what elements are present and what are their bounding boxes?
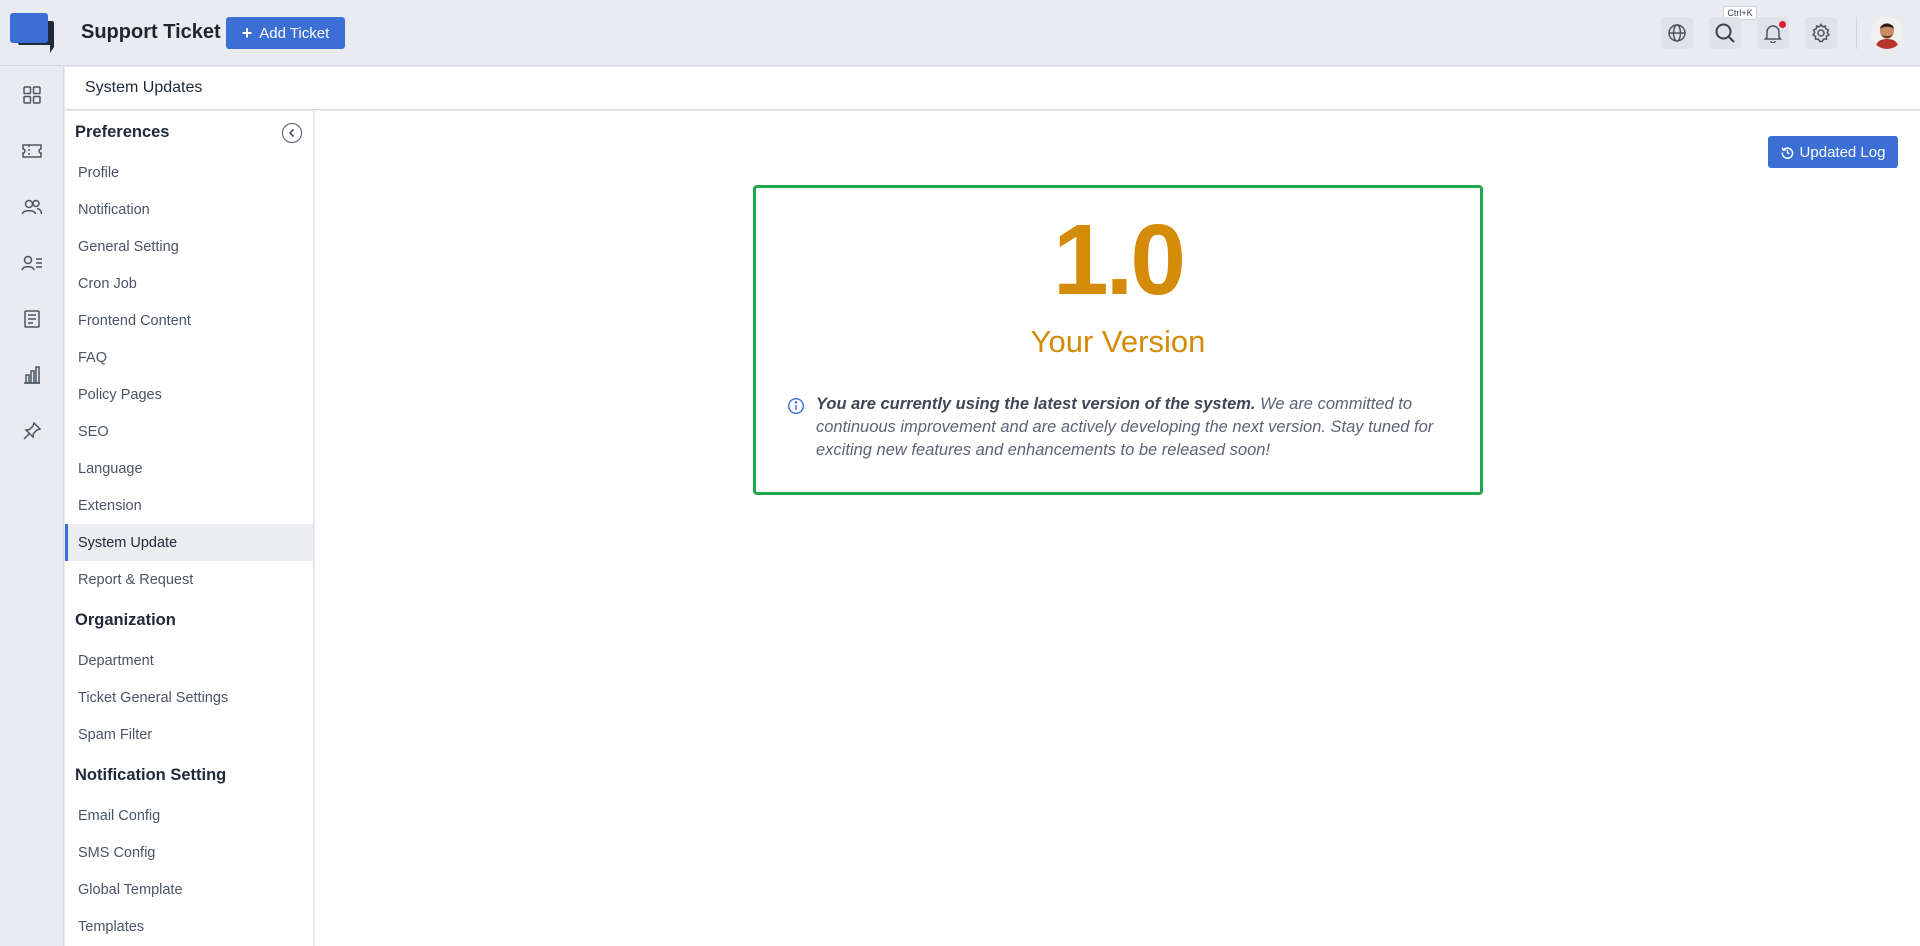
sidebar-item-seo[interactable]: SEO [65, 413, 313, 450]
collapse-sidebar-button[interactable] [282, 123, 302, 143]
version-label: Your Version [1030, 324, 1206, 359]
updated-log-button[interactable]: Updated Log [1768, 136, 1898, 168]
sidebar-item-general-setting[interactable]: General Setting [65, 228, 313, 265]
chart-icon[interactable] [20, 363, 44, 387]
version-message: You are currently using the latest versi… [816, 393, 1446, 462]
sidebar-group-organization: Organization [75, 611, 176, 629]
sidebar-item-spam-filter[interactable]: Spam Filter [65, 716, 313, 753]
app-title: Support Ticket [81, 21, 221, 43]
page-header: System Updates [65, 67, 1920, 110]
sidebar-item-email-config[interactable]: Email Config [65, 797, 313, 834]
globe-icon[interactable] [1661, 17, 1693, 49]
bell-icon[interactable] [1757, 17, 1789, 49]
sidebar-item-global-template[interactable]: Global Template [65, 871, 313, 908]
notification-dot [1779, 21, 1786, 28]
sidebar-item-sms-config[interactable]: SMS Config [65, 834, 313, 871]
version-card: 1.0 Your Version You are currently using… [753, 185, 1483, 495]
sidebar-item-department[interactable]: Department [65, 642, 313, 679]
user-list-icon[interactable] [20, 251, 44, 275]
icon-rail [0, 66, 64, 946]
sidebar-item-templates[interactable]: Templates [65, 908, 313, 945]
users-icon[interactable] [20, 195, 44, 219]
sidebar-item-system-update[interactable]: System Update [65, 524, 313, 561]
main-content: Updated Log 1.0 Your Version You are cur… [315, 111, 1920, 946]
sidebar-item-ticket-general-settings[interactable]: Ticket General Settings [65, 679, 313, 716]
sidebar-item-policy-pages[interactable]: Policy Pages [65, 376, 313, 413]
add-ticket-button[interactable]: + Add Ticket [226, 17, 345, 49]
sidebar-item-profile[interactable]: Profile [65, 154, 313, 191]
dashboard-icon[interactable] [20, 83, 44, 107]
sidebar-item-notification[interactable]: Notification [65, 191, 313, 228]
sidebar-item-extension[interactable]: Extension [65, 487, 313, 524]
app-logo-icon[interactable] [10, 13, 54, 53]
search-icon[interactable] [1709, 17, 1741, 49]
add-ticket-label: Add Ticket [259, 24, 330, 42]
sidebar-item-faq[interactable]: FAQ [65, 339, 313, 376]
avatar[interactable] [1871, 17, 1903, 49]
history-icon [1781, 146, 1793, 159]
gear-icon[interactable] [1805, 17, 1837, 49]
sidebar-group-preferences: Preferences [75, 123, 170, 141]
sidebar-item-report-request[interactable]: Report & Request [65, 561, 313, 598]
page-title: System Updates [85, 79, 203, 96]
sidebar-group-notification-setting: Notification Setting [75, 766, 227, 784]
document-icon[interactable] [20, 307, 44, 331]
ticket-icon[interactable] [20, 139, 44, 163]
sidebar-item-frontend-content[interactable]: Frontend Content [65, 302, 313, 339]
chevron-left-icon [288, 128, 295, 138]
settings-sidebar: Preferences Profile Notification General… [65, 111, 314, 946]
plus-icon: + [241, 23, 253, 43]
sidebar-item-cron-job[interactable]: Cron Job [65, 265, 313, 302]
top-bar: Support Ticket + Add Ticket Ctrl+K [0, 0, 1920, 66]
version-message-bold: You are currently using the latest versi… [816, 395, 1256, 413]
top-divider [1856, 17, 1857, 49]
info-icon [787, 397, 805, 415]
updated-log-label: Updated Log [1799, 143, 1886, 161]
version-number: 1.0 [1052, 204, 1186, 316]
pin-icon[interactable] [20, 419, 44, 443]
sidebar-item-language[interactable]: Language [65, 450, 313, 487]
